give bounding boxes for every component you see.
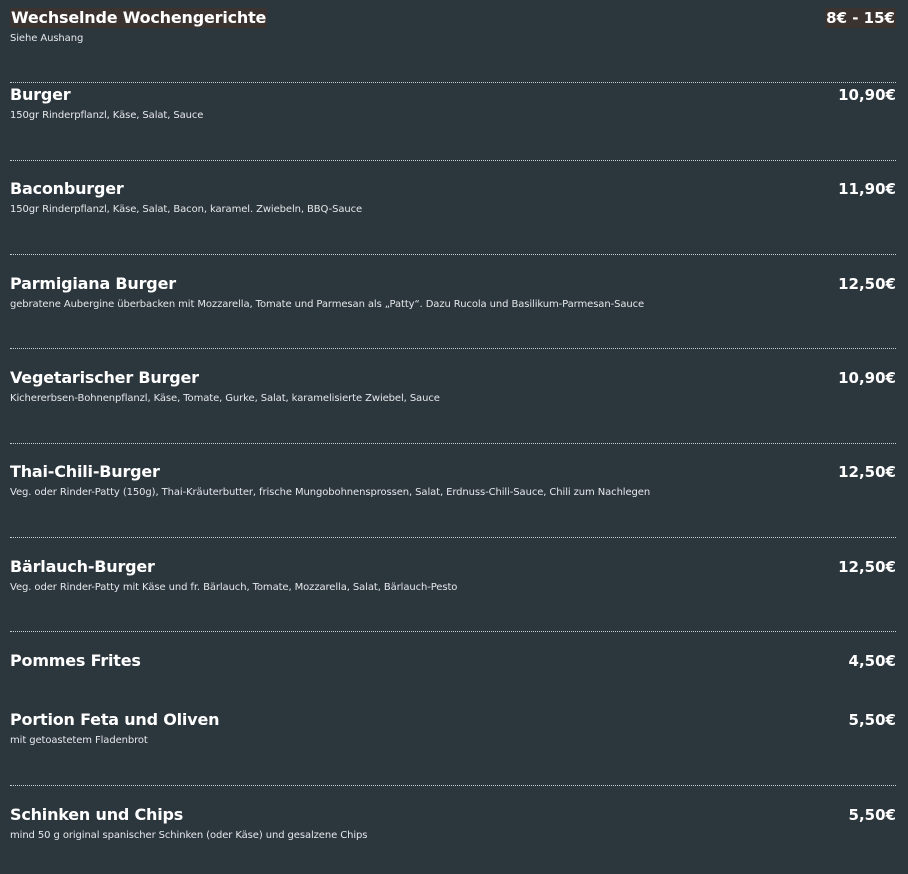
menu-item-description: 150gr Rinderpflanzl, Käse, Salat, Sauce [10, 110, 204, 121]
menu-list: Wechselnde Wochengerichte 8€ - 15€ Siehe… [0, 0, 908, 874]
divider [10, 82, 896, 83]
divider [10, 785, 896, 786]
menu-item-description: mit getoastetem Fladenbrot [10, 735, 148, 746]
menu-item-description: Veg. oder Rinder-Patty (150g), Thai-Kräu… [10, 487, 651, 498]
menu-item-wochengerichte: Wechselnde Wochengerichte 8€ - 15€ Siehe… [10, 8, 896, 46]
menu-item-price: 10,90€ [838, 369, 896, 387]
divider [10, 631, 896, 632]
menu-item-pommes-frites: Pommes Frites 4,50€ [10, 651, 896, 671]
divider [10, 348, 896, 349]
menu-item-vegetarischer-burger: Vegetarischer Burger 10,90€ Kichererbsen… [10, 368, 896, 406]
menu-item-parmigiana-burger: Parmigiana Burger 12,50€ gebratene Auber… [10, 274, 896, 312]
menu-item-feta-oliven: Portion Feta und Oliven 5,50€ mit getoas… [10, 710, 896, 748]
menu-item-burger: Burger 10,90€ 150gr Rinderpflanzl, Käse,… [10, 85, 896, 123]
menu-item-name: Bärlauch-Burger [10, 557, 155, 576]
menu-item-name: Pommes Frites [10, 651, 141, 670]
menu-item-price: 10,90€ [838, 86, 896, 104]
menu-item-price: 11,90€ [838, 180, 896, 198]
divider [10, 254, 896, 255]
menu-item-description: Kichererbsen-Bohnenpflanzl, Käse, Tomate… [10, 393, 440, 404]
menu-item-name: Portion Feta und Oliven [10, 710, 220, 729]
menu-item-baconburger: Baconburger 11,90€ 150gr Rinderpflanzl, … [10, 179, 896, 217]
menu-item-name: Parmigiana Burger [10, 274, 176, 293]
divider [10, 443, 896, 444]
menu-item-price: 5,50€ [848, 711, 896, 729]
menu-item-description: Siehe Aushang [10, 33, 84, 44]
menu-item-thai-chili-burger: Thai-Chili-Burger 12,50€ Veg. oder Rinde… [10, 462, 896, 500]
menu-item-description: Veg. oder Rinder-Patty mit Käse und fr. … [10, 582, 458, 593]
menu-item-price: 12,50€ [838, 463, 896, 481]
menu-item-name: Wechselnde Wochengerichte [10, 8, 268, 28]
menu-item-baerlauch-burger: Bärlauch-Burger 12,50€ Veg. oder Rinder-… [10, 557, 896, 595]
menu-item-name: Burger [10, 85, 71, 104]
divider [10, 160, 896, 161]
menu-item-name: Vegetarischer Burger [10, 368, 199, 387]
menu-item-price: 5,50€ [848, 806, 896, 824]
menu-item-price: 4,50€ [848, 652, 896, 670]
menu-item-description: gebratene Aubergine überbacken mit Mozza… [10, 299, 645, 310]
menu-item-price: 12,50€ [838, 558, 896, 576]
menu-item-name: Schinken und Chips [10, 805, 184, 824]
menu-item-name: Thai-Chili-Burger [10, 462, 160, 481]
divider [10, 537, 896, 538]
menu-item-schinken-chips: Schinken und Chips 5,50€ mind 50 g origi… [10, 805, 896, 843]
menu-item-price: 12,50€ [838, 275, 896, 293]
menu-item-price: 8€ - 15€ [825, 8, 896, 28]
menu-item-description: mind 50 g original spanischer Schinken (… [10, 830, 368, 841]
menu-item-description: 150gr Rinderpflanzl, Käse, Salat, Bacon,… [10, 204, 363, 215]
menu-item-name: Baconburger [10, 179, 124, 198]
